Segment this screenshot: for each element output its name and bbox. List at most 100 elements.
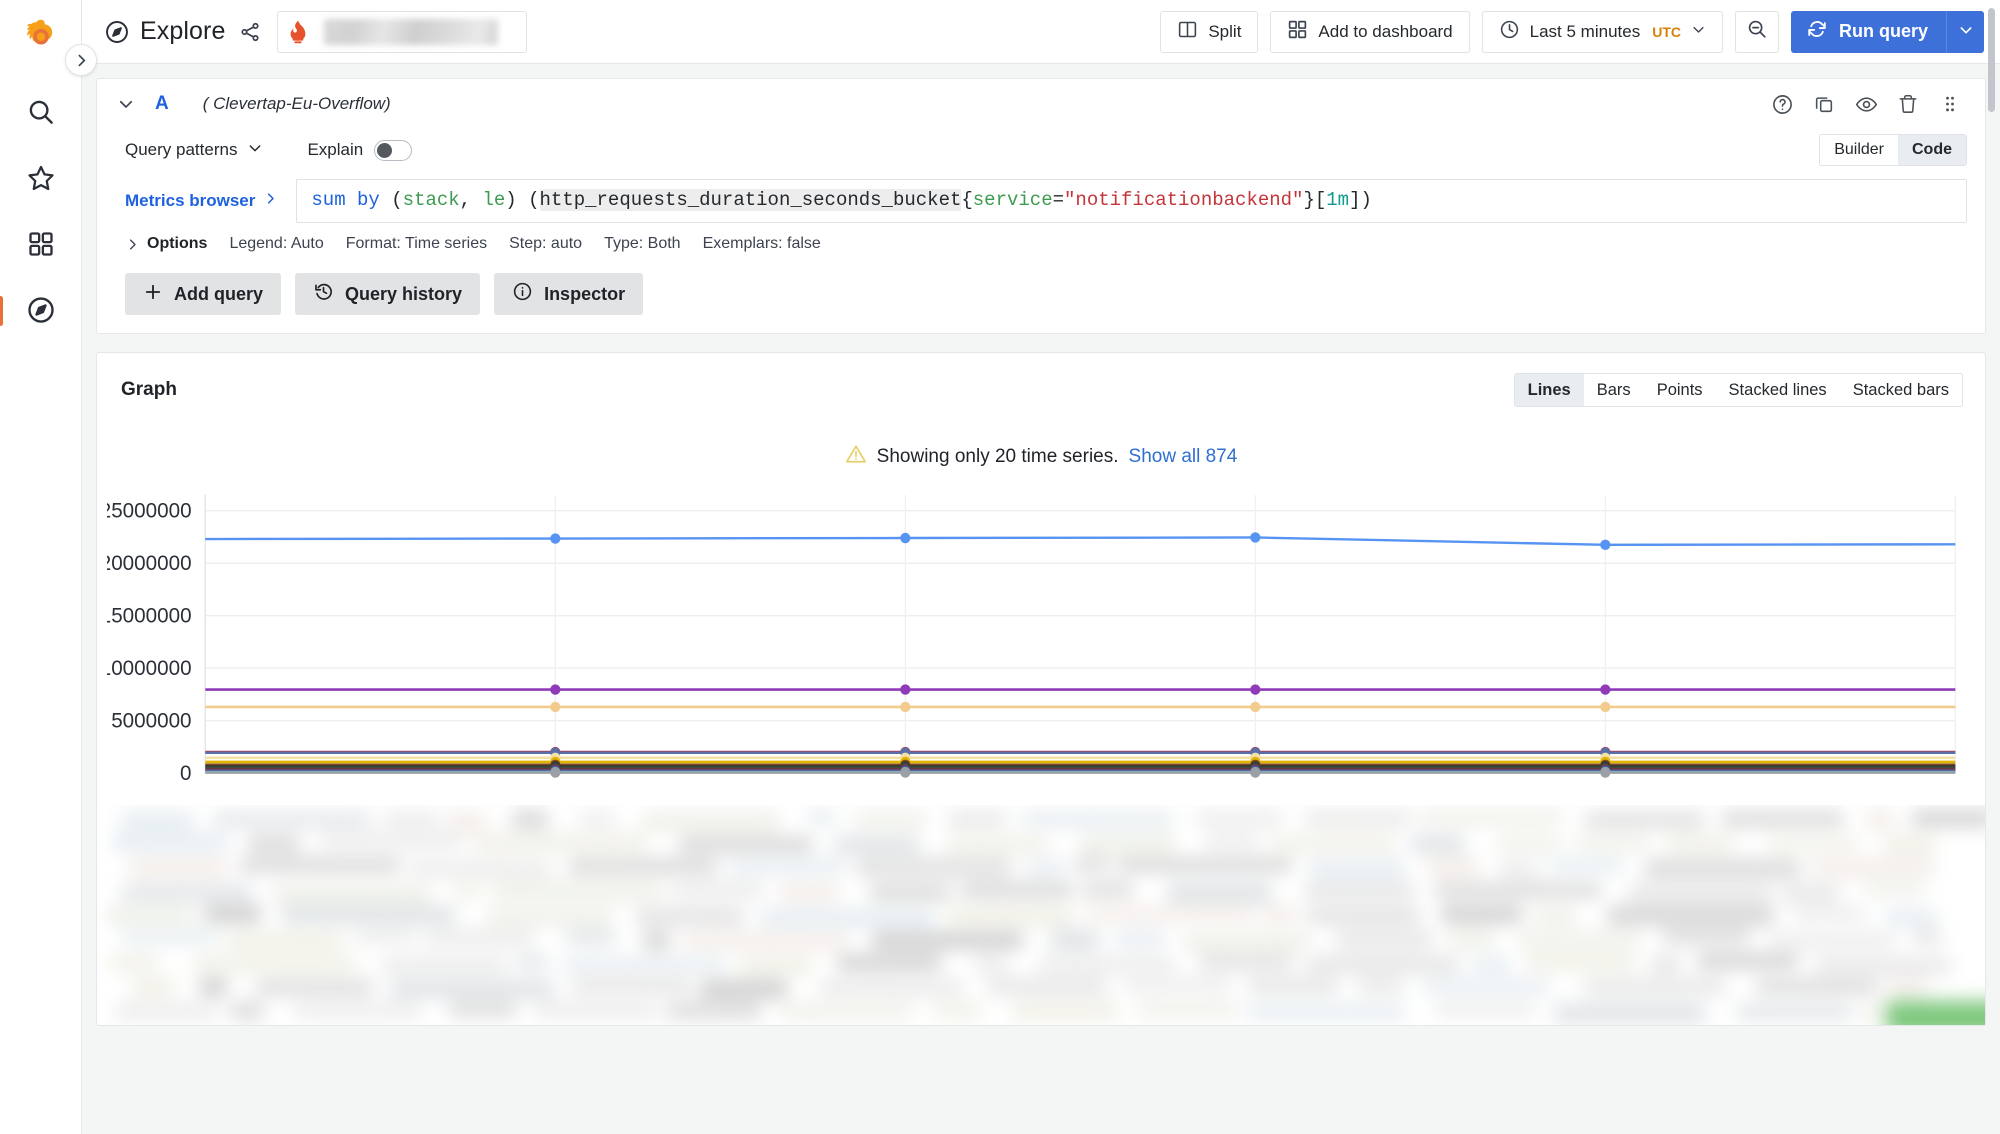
legend-blur-content	[97, 805, 1985, 1025]
explore-toolbar: Explore Split Add to dashboard Last 5 mi…	[82, 0, 2000, 64]
warning-triangle-icon	[845, 443, 867, 471]
data-point	[900, 684, 911, 695]
query-ref-id[interactable]: A	[155, 93, 169, 115]
legend-entry-redacted	[121, 929, 217, 944]
inspector-label: Inspector	[544, 283, 626, 304]
viz-mode-points[interactable]: Points	[1643, 374, 1716, 406]
time-series-plot[interactable]: 0 5000000 10000000 15000000 20000000 25000000	[107, 485, 1975, 805]
legend-entry-redacted	[1205, 833, 1259, 850]
query-code-input[interactable]: sum by (stack, le) (http_requests_durati…	[296, 179, 1967, 223]
editor-mode-code[interactable]: Code	[1898, 135, 1966, 165]
graph-panel: Graph Lines Bars Points Stacked lines Stacke…	[96, 352, 1986, 1026]
data-point	[1600, 539, 1611, 551]
legend-entry-redacted	[226, 932, 344, 951]
add-to-dashboard-button[interactable]: Add to dashboard	[1270, 10, 1470, 53]
split-button[interactable]: Split	[1160, 10, 1259, 53]
grafana-logo[interactable]	[18, 14, 64, 60]
page-scrollbar[interactable]	[1986, 0, 1998, 1134]
share-icon[interactable]	[239, 21, 261, 43]
legend-entry-redacted	[1085, 907, 1255, 922]
legend-entry-redacted	[410, 860, 551, 878]
explore-body: A ( Clevertap-Eu-Overflow) Query pattern…	[82, 64, 2000, 1134]
legend-entry-redacted	[683, 932, 849, 950]
legend-entry-redacted	[1553, 1003, 1706, 1023]
legend-entry-redacted	[533, 1002, 659, 1019]
sidebar-item-dashboards[interactable]	[15, 218, 67, 274]
legend-entry-redacted	[1304, 883, 1415, 898]
legend-entry-redacted	[571, 978, 692, 993]
plus-icon	[143, 282, 163, 307]
series-limit-warning: Showing only 20 time series. Show all 87…	[97, 413, 1985, 481]
collapse-query-chevron-icon[interactable]	[113, 91, 139, 117]
metrics-browser-button[interactable]: Metrics browser	[125, 179, 296, 223]
sidebar-item-bookmarks[interactable]	[15, 152, 67, 208]
legend-entry-redacted	[1737, 1004, 1853, 1020]
expression-token-plain: ])	[1349, 189, 1372, 212]
legend-entry-redacted	[382, 955, 508, 974]
legend-entry-redacted	[1794, 907, 1866, 922]
query-options-row[interactable]: Options Legend: Auto Format: Time series…	[97, 229, 1985, 263]
legend-entry-redacted	[837, 954, 942, 970]
editor-mode-builder[interactable]: Builder	[1820, 135, 1898, 165]
legend-entry-redacted	[1420, 809, 1562, 824]
viz-mode-bars[interactable]: Bars	[1583, 374, 1644, 406]
trash-icon[interactable]	[1891, 87, 1925, 121]
expression-token-metric: http_requests_duration_seconds_bucket	[539, 189, 962, 212]
query-datasource-label: ( Clevertap-Eu-Overflow)	[202, 94, 391, 113]
explain-label: Explain	[307, 140, 364, 159]
split-button-label: Split	[1208, 21, 1242, 41]
add-query-label: Add query	[174, 283, 264, 304]
legend-entry-redacted	[1885, 908, 1937, 927]
query-patterns-button[interactable]: Query patterns	[125, 140, 263, 161]
query-expression-text: sum by (stack, le) (http_requests_durati…	[311, 188, 1372, 214]
eye-icon[interactable]	[1849, 87, 1883, 121]
legend-entry-redacted	[1815, 956, 1951, 975]
datasource-picker[interactable]	[277, 10, 528, 53]
expand-navigation-button[interactable]	[65, 44, 97, 76]
scrollbar-thumb[interactable]	[1988, 8, 1995, 112]
data-point	[1250, 767, 1261, 778]
sidebar-item-search[interactable]	[15, 86, 67, 142]
compass-icon	[26, 295, 56, 330]
help-icon[interactable]	[1765, 87, 1799, 121]
zoom-out-button[interactable]	[1734, 10, 1779, 53]
legend-entry-redacted	[1051, 930, 1100, 951]
legend-entry-redacted	[578, 812, 616, 827]
sidebar-item-explore[interactable]	[0, 284, 67, 340]
options-title[interactable]: Options	[147, 235, 207, 253]
series-limit-text: Showing only 20 time series.	[876, 446, 1119, 467]
y-axis-tick-label: 10000000	[107, 657, 192, 680]
graph-panel-header: Graph Lines Bars Points Stacked lines Stacke…	[97, 353, 1985, 413]
add-query-button[interactable]: Add query	[125, 273, 282, 315]
data-point	[900, 532, 911, 544]
legend-entry-redacted	[1585, 812, 1705, 828]
explain-toggle[interactable]	[374, 139, 413, 161]
legend-entry-redacted	[1517, 932, 1641, 947]
zoom-out-icon	[1746, 18, 1768, 45]
legend-entry-redacted	[759, 908, 936, 929]
legend-entry-redacted	[947, 836, 1049, 853]
query-row-header: A ( Clevertap-Eu-Overflow)	[97, 79, 1985, 129]
graph-legend-redacted[interactable]	[97, 805, 1985, 1025]
query-history-button[interactable]: Query history	[295, 273, 481, 315]
time-range-picker[interactable]: Last 5 minutes UTC	[1481, 10, 1723, 53]
legend-entry-redacted	[1183, 932, 1311, 950]
legend-entry-redacted	[423, 929, 535, 946]
inspector-button[interactable]: Inspector	[494, 273, 644, 315]
legend-entry-redacted	[1912, 811, 1985, 826]
viz-mode-stacked-bars[interactable]: Stacked bars	[1839, 374, 1962, 406]
drag-handle-icon[interactable]	[1933, 87, 1967, 121]
show-all-series-link[interactable]: Show all 874	[1129, 446, 1238, 468]
legend-entry-redacted	[948, 810, 1005, 828]
viz-mode-stacked-lines[interactable]: Stacked lines	[1715, 374, 1840, 406]
query-patterns-label: Query patterns	[125, 140, 238, 159]
run-query-options-button[interactable]	[1946, 10, 1984, 53]
run-query-button[interactable]: Run query	[1790, 10, 1946, 53]
legend-entry-redacted	[1576, 835, 1649, 850]
copy-icon[interactable]	[1807, 87, 1841, 121]
legend-entry-redacted	[1358, 978, 1404, 995]
expression-token-str: "notificationbackend"	[1064, 189, 1304, 212]
legend-entry-redacted	[1722, 811, 1844, 827]
viz-mode-lines[interactable]: Lines	[1514, 374, 1584, 406]
legend-entry-redacted	[1755, 980, 1878, 994]
